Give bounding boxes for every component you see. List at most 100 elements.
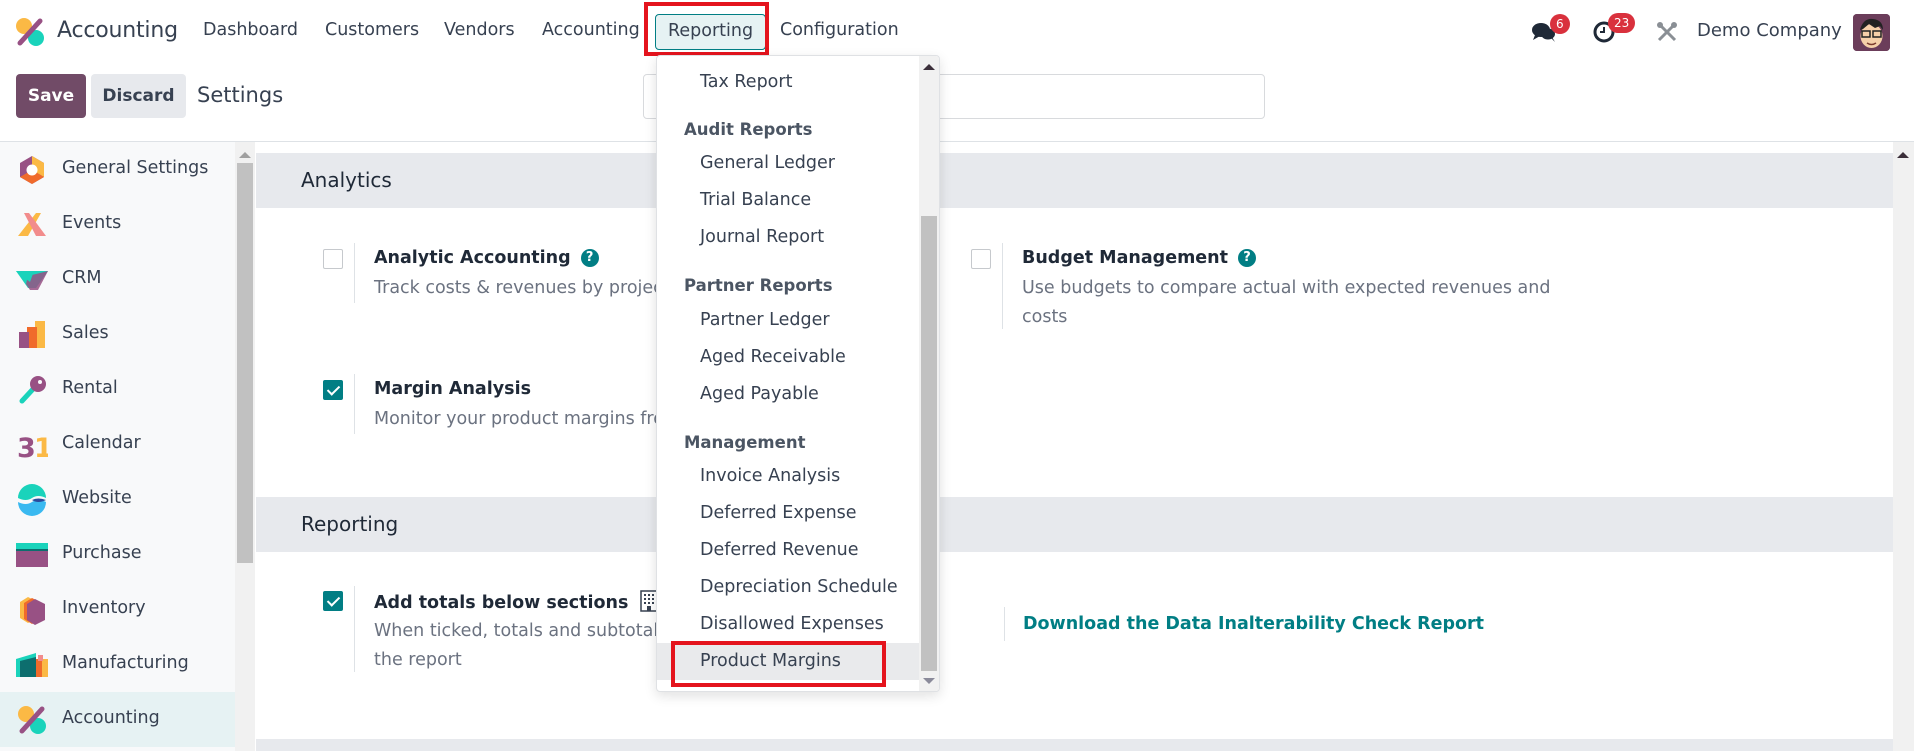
- section-header-next: [256, 739, 1893, 751]
- menu-customers[interactable]: Customers: [325, 20, 419, 40]
- dropdown-item-invoice-analysis[interactable]: Invoice Analysis: [657, 458, 919, 495]
- app-name[interactable]: Accounting: [57, 18, 178, 43]
- sidebar-scrollbar[interactable]: [235, 142, 255, 751]
- section-header-reporting: Reporting: [256, 497, 1893, 552]
- scroll-up-arrow-icon[interactable]: [239, 152, 251, 158]
- menu-dashboard[interactable]: Dashboard: [203, 20, 298, 40]
- setting-divider: [1004, 607, 1005, 641]
- inventory-icon: [20, 597, 45, 625]
- add-totals-desc-2: the report: [374, 650, 462, 670]
- dropdown-item-disallowed-expenses[interactable]: Disallowed Expenses: [657, 606, 919, 643]
- dropdown-scrollbar[interactable]: [919, 56, 939, 691]
- main-scrollbar[interactable]: [1893, 142, 1914, 751]
- menu-reporting[interactable]: Reporting: [655, 14, 767, 50]
- margin-analysis-title: Margin Analysis: [374, 379, 531, 399]
- purchase-icon: [16, 543, 48, 567]
- dropdown-group-audit-reports: Audit Reports: [684, 120, 813, 139]
- sidebar-item-events[interactable]: Events: [0, 197, 235, 252]
- add-totals-label: Add totals below sections: [374, 593, 629, 613]
- sidebar-label: CRM: [62, 268, 102, 288]
- sidebar-item-general-settings[interactable]: General Settings: [0, 142, 235, 197]
- crm-icon: [16, 271, 48, 290]
- scroll-up-arrow-icon[interactable]: [923, 64, 935, 70]
- dropdown-item-aged-receivable[interactable]: Aged Receivable: [657, 339, 919, 376]
- sidebar-label: Purchase: [62, 543, 142, 563]
- dropdown-group-partner-reports: Partner Reports: [684, 276, 833, 295]
- sidebar-scroll-thumb[interactable]: [237, 163, 253, 563]
- dropdown-scroll-thumb[interactable]: [921, 216, 937, 671]
- sidebar-label: Events: [62, 213, 122, 233]
- dropdown-item-deferred-revenue[interactable]: Deferred Revenue: [657, 532, 919, 569]
- company-switcher[interactable]: Demo Company: [1697, 20, 1842, 41]
- sidebar-label: Inventory: [62, 598, 146, 618]
- website-icon: [18, 484, 46, 516]
- sidebar-item-website[interactable]: Website: [0, 472, 235, 527]
- analytic-accounting-checkbox[interactable]: [323, 249, 343, 269]
- section-title: Analytics: [301, 168, 392, 192]
- scroll-down-arrow-icon[interactable]: [923, 678, 935, 684]
- avatar-face-icon: [1853, 14, 1890, 51]
- sidebar-label: Rental: [62, 378, 118, 398]
- menu-accounting[interactable]: Accounting: [542, 20, 640, 40]
- sidebar-item-manufacturing[interactable]: Manufacturing: [0, 637, 235, 692]
- sidebar-label: Accounting: [62, 708, 160, 728]
- setting-divider: [1002, 243, 1003, 329]
- debug-tools-icon[interactable]: [1656, 21, 1678, 43]
- add-totals-title: Add totals below sections: [374, 590, 659, 613]
- discard-button[interactable]: Discard: [91, 74, 186, 118]
- settings-main-content: Analytics Analytic Accounting? Track cos…: [256, 142, 1893, 751]
- setting-divider: [354, 243, 355, 303]
- svg-text:1: 1: [34, 433, 48, 461]
- rental-icon: [19, 376, 46, 404]
- sidebar-item-accounting[interactable]: Accounting: [0, 692, 235, 747]
- section-title: Reporting: [301, 512, 399, 536]
- dropdown-item-journal-report[interactable]: Journal Report: [657, 219, 919, 256]
- sidebar-item-rental[interactable]: Rental: [0, 362, 235, 417]
- help-icon[interactable]: ?: [580, 249, 599, 267]
- sidebar-label: Calendar: [62, 433, 141, 453]
- dropdown-item-deferred-expense[interactable]: Deferred Expense: [657, 495, 919, 532]
- dropdown-item-product-margins[interactable]: Product Margins: [657, 643, 919, 680]
- add-totals-desc: When ticked, totals and subtotals: [374, 621, 668, 641]
- sidebar-item-calendar[interactable]: 3 1 Calendar: [0, 417, 235, 472]
- page-title: Settings: [197, 83, 284, 107]
- scroll-up-arrow-icon[interactable]: [1897, 152, 1909, 158]
- save-button[interactable]: Save: [16, 74, 86, 118]
- reporting-dropdown-menu: Tax Report Audit Reports General Ledger …: [656, 55, 940, 692]
- margin-analysis-checkbox[interactable]: [323, 380, 343, 400]
- top-navbar: Accounting Dashboard Customers Vendors A…: [0, 0, 1914, 62]
- download-inalterability-report-link[interactable]: Download the Data Inalterability Check R…: [1023, 614, 1484, 634]
- accounting-app-logo-icon[interactable]: [14, 16, 46, 48]
- budget-management-desc: Use budgets to compare actual with expec…: [1022, 278, 1551, 327]
- manufacturing-icon: [16, 653, 48, 677]
- dropdown-item-aged-payable[interactable]: Aged Payable: [657, 376, 919, 413]
- section-header-analytics: Analytics: [256, 153, 1893, 208]
- sidebar-item-inventory[interactable]: Inventory: [0, 582, 235, 637]
- general-settings-icon: [20, 156, 44, 184]
- budget-management-title: Budget Management?: [1022, 248, 1256, 268]
- help-icon[interactable]: ?: [1238, 249, 1256, 267]
- budget-management-label: Budget Management: [1022, 248, 1228, 268]
- dropdown-item-depreciation-schedule[interactable]: Depreciation Schedule: [657, 569, 919, 606]
- sidebar-item-purchase[interactable]: Purchase: [0, 527, 235, 582]
- dropdown-item-general-ledger[interactable]: General Ledger: [657, 145, 919, 182]
- analytic-accounting-desc: Track costs & revenues by project: [374, 278, 670, 298]
- dropdown-item-trial-balance[interactable]: Trial Balance: [657, 182, 919, 219]
- sidebar-label: Sales: [62, 323, 109, 343]
- sidebar-label: Website: [62, 488, 132, 508]
- dropdown-item-partner-ledger[interactable]: Partner Ledger: [657, 302, 919, 339]
- svg-text:3: 3: [17, 433, 36, 461]
- events-icon: [18, 213, 46, 236]
- budget-management-checkbox[interactable]: [971, 249, 991, 269]
- sidebar-item-crm[interactable]: CRM: [0, 252, 235, 307]
- user-avatar[interactable]: [1853, 14, 1890, 51]
- sidebar-item-sales[interactable]: Sales: [0, 307, 235, 362]
- dropdown-group-management: Management: [684, 433, 806, 452]
- accounting-icon: [18, 706, 46, 734]
- menu-vendors[interactable]: Vendors: [444, 20, 515, 40]
- add-totals-checkbox[interactable]: [323, 591, 343, 611]
- analytic-accounting-title: Analytic Accounting?: [374, 248, 599, 268]
- dropdown-item-tax-report[interactable]: Tax Report: [657, 64, 919, 101]
- menu-configuration[interactable]: Configuration: [780, 20, 899, 40]
- activities-badge: 23: [1608, 13, 1636, 33]
